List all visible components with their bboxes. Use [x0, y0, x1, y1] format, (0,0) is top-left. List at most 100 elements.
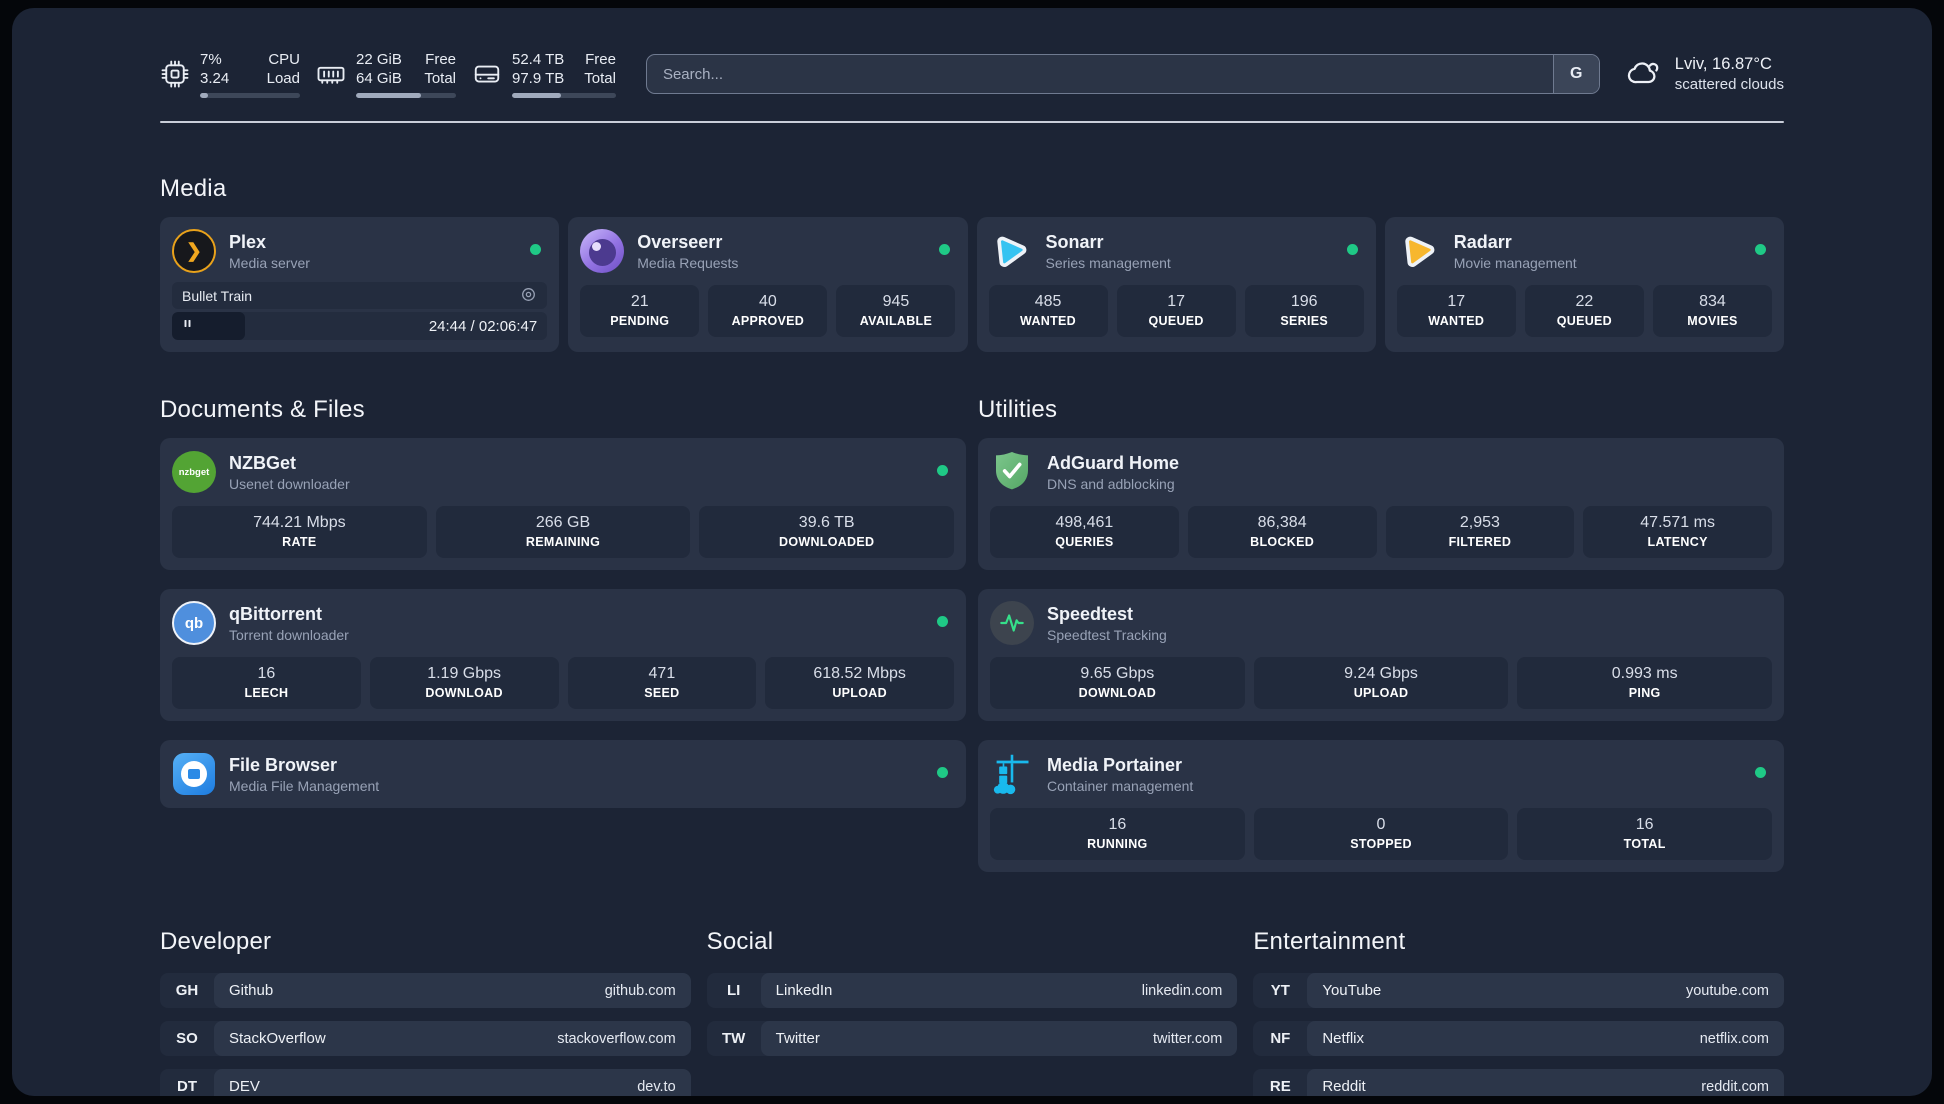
cpu-load-value: 3.24 — [200, 70, 230, 87]
stat-pending: 21 PENDING — [580, 285, 700, 337]
filebrowser-icon — [173, 753, 215, 795]
app-title: Sonarr — [1045, 231, 1104, 252]
app-card-adguard[interactable]: AdGuard Home DNS and adblocking 498,461 … — [978, 438, 1784, 570]
stat-available: 945 AVAILABLE — [836, 285, 956, 337]
app-subtitle: DNS and adblocking — [1047, 475, 1175, 492]
section-title-developer: Developer — [160, 928, 272, 955]
disk-progress-bar — [512, 93, 616, 98]
qbittorrent-icon: qb — [172, 601, 216, 645]
memory-progress-bar — [356, 93, 456, 98]
stat-leech: 16 LEECH — [172, 657, 361, 709]
stat-download: 1.19 Gbps DOWNLOAD — [369, 657, 559, 709]
app-subtitle: Movie management — [1453, 254, 1577, 271]
pause-icon[interactable] — [181, 317, 194, 335]
bookmark-name: LinkedIn — [775, 982, 833, 999]
section-title-social: Social — [706, 928, 774, 955]
bookmark-youtube[interactable]: YT YouTube youtube.com — [1253, 973, 1784, 1008]
cpu-usage-label: CPU — [268, 51, 300, 68]
app-subtitle: Speedtest Tracking — [1047, 626, 1167, 643]
weather-location-temp: Lviv, 16.87°C — [1674, 55, 1772, 73]
cloud-icon — [1626, 56, 1662, 93]
adguard-icon — [990, 450, 1034, 494]
app-card-qbittorrent[interactable]: qb qBittorrent Torrent downloader 16 LEE… — [160, 589, 966, 721]
app-card-overseerr[interactable]: Overseerr Media Requests 21 PENDING 40 A… — [568, 217, 968, 352]
disk-total-label: Total — [584, 70, 616, 87]
app-card-sonarr[interactable]: Sonarr Series management 485 WANTED 17 Q… — [976, 217, 1376, 352]
app-subtitle: Media Requests — [637, 254, 739, 271]
topbar-divider — [160, 121, 1784, 123]
app-card-speedtest[interactable]: Speedtest Speedtest Tracking 9.65 Gbps D… — [978, 589, 1784, 721]
bookmark-url: reddit.com — [1701, 1078, 1769, 1095]
stat-blocked: 86,384 BLOCKED — [1187, 506, 1377, 558]
disk-metric: 52.4 TB 97.9 TB Free Total — [472, 50, 616, 98]
app-card-filebrowser[interactable]: File Browser Media File Management — [160, 740, 966, 808]
bookmark-linkedin[interactable]: LI LinkedIn linkedin.com — [706, 973, 1238, 1008]
bookmark-stackoverflow[interactable]: SO StackOverflow stackoverflow.com — [160, 1021, 691, 1056]
app-card-nzbget[interactable]: nzbget NZBGet Usenet downloader 744.21 M… — [160, 438, 966, 570]
app-title: NZBGet — [229, 452, 296, 473]
bookmark-reddit[interactable]: RE Reddit reddit.com — [1253, 1069, 1784, 1096]
status-dot — [937, 616, 948, 627]
stat-wanted: 17 WANTED — [1396, 285, 1516, 337]
app-card-portainer[interactable]: Media Portainer Container management 16 … — [978, 740, 1784, 872]
cpu-usage-value: 7% — [200, 51, 222, 68]
search-input[interactable] — [646, 55, 1553, 93]
section-title-media: Media — [160, 175, 227, 202]
stat-stopped: 0 STOPPED — [1253, 808, 1509, 860]
status-dot — [1346, 244, 1358, 255]
bookmark-name: YouTube — [1322, 982, 1382, 999]
search-engine-button[interactable]: G — [1552, 55, 1599, 93]
disk-icon — [472, 59, 502, 89]
disk-total-value: 97.9 TB — [512, 70, 565, 87]
stat-ping: 0.993 ms PING — [1517, 657, 1773, 709]
app-card-radarr[interactable]: Radarr Movie management 17 WANTED 22 QUE… — [1384, 217, 1784, 352]
bookmark-name: StackOverflow — [229, 1030, 326, 1047]
stat-running: 16 RUNNING — [990, 808, 1245, 860]
portainer-icon — [990, 752, 1034, 796]
stat-approved: 40 APPROVED — [708, 285, 828, 337]
stat-latency: 47.571 ms LATENCY — [1583, 506, 1772, 558]
memory-metric: 22 GiB 64 GiB Free Total — [316, 50, 456, 98]
bookmark-github[interactable]: GH Github github.com — [160, 973, 691, 1008]
app-subtitle: Media server — [229, 254, 310, 271]
bookmark-abbr: RE — [1269, 1078, 1291, 1095]
stat-download: 9.65 Gbps DOWNLOAD — [990, 657, 1245, 709]
bookmark-abbr: SO — [176, 1030, 198, 1047]
playback-time: 24:44 / 02:06:47 — [428, 317, 538, 335]
memory-free-label: Free — [425, 51, 456, 68]
stat-series: 196 SERIES — [1244, 285, 1364, 337]
app-title: File Browser — [229, 754, 338, 775]
stat-queued: 22 QUEUED — [1524, 285, 1644, 337]
bookmark-abbr: TW — [721, 1030, 746, 1047]
app-title: Radarr — [1453, 231, 1512, 252]
status-dot — [1755, 244, 1766, 255]
app-title: Media Portainer — [1047, 754, 1183, 775]
app-subtitle: Media File Management — [229, 777, 380, 794]
app-title: AdGuard Home — [1047, 452, 1180, 473]
cpu-load-label: Load — [266, 70, 300, 87]
status-dot — [938, 244, 950, 255]
utilities-column: Utilities AdGuard Home DNS and adblockin… — [978, 352, 1784, 872]
bookmark-url: stackoverflow.com — [557, 1030, 676, 1047]
section-title-documents: Documents & Files — [160, 396, 365, 423]
bookmark-name: Netflix — [1322, 1030, 1365, 1047]
bookmark-twitter[interactable]: TW Twitter twitter.com — [706, 1021, 1238, 1056]
media-cards-row: ❯ Plex Media server Bullet Train 24:44 /… — [160, 217, 1784, 352]
stat-seed: 471 SEED — [567, 657, 757, 709]
memory-total-label: Total — [424, 70, 456, 87]
nzbget-icon: nzbget — [172, 451, 216, 493]
bookmark-name: Github — [229, 982, 274, 999]
stat-remaining: 266 GB REMAINING — [435, 506, 691, 558]
disk-free-value: 52.4 TB — [512, 51, 565, 68]
bookmark-dev[interactable]: DT DEV dev.to — [160, 1069, 691, 1096]
bookmark-netflix[interactable]: NF Netflix netflix.com — [1253, 1021, 1784, 1056]
overseerr-icon — [580, 229, 625, 273]
cpu-progress-bar — [200, 93, 300, 98]
now-playing-icon — [520, 286, 537, 306]
app-card-plex[interactable]: ❯ Plex Media server Bullet Train 24:44 /… — [160, 217, 560, 352]
system-metrics: 7% 3.24 CPU Load 22 GiB 64 GiB Free Tota… — [160, 50, 616, 98]
bookmark-abbr: LI — [726, 982, 741, 999]
app-title: Speedtest — [1047, 603, 1134, 624]
stat-wanted: 485 WANTED — [988, 285, 1108, 337]
bookmark-url: youtube.com — [1685, 982, 1769, 999]
